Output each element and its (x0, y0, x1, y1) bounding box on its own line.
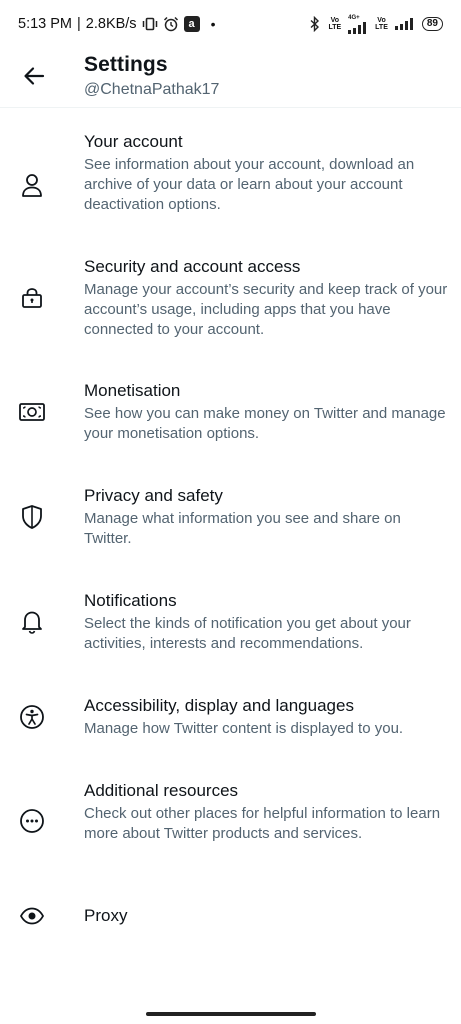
more-circle-icon (18, 807, 46, 835)
arrow-left-icon (24, 67, 45, 85)
settings-item-text: Additional resources Check out other pla… (84, 780, 449, 844)
settings-item-description: See how you can make money on Twitter an… (84, 405, 446, 442)
accessibility-icon (18, 703, 46, 731)
settings-item-title: Privacy and safety (84, 486, 223, 505)
settings-item-monetisation[interactable]: Monetisation See how you can make money … (0, 380, 461, 460)
settings-item-text: Security and account access Manage your … (84, 256, 449, 340)
app-badge-icon: a (183, 16, 200, 32)
status-time: 5:13 PM (18, 16, 72, 32)
money-icon (18, 398, 46, 426)
home-indicator[interactable] (146, 1012, 316, 1016)
settings-item-text: Your account See information about your … (84, 131, 449, 215)
bluetooth-icon (309, 16, 321, 32)
settings-item-title: Monetisation (84, 381, 181, 400)
battery-icon: 89 (421, 17, 443, 31)
settings-item-additional-resources[interactable]: Additional resources Check out other pla… (0, 780, 461, 880)
settings-item-description: Manage your account’s security and keep … (84, 281, 448, 338)
settings-item-title: Your account (84, 132, 183, 151)
settings-item-security[interactable]: Security and account access Manage your … (0, 256, 461, 356)
back-button[interactable] (18, 60, 50, 92)
status-speed: 2.8KB/s (85, 16, 137, 32)
status-dot: • (210, 16, 216, 32)
settings-item-title: Accessibility, display and languages (84, 696, 354, 715)
settings-item-title: Additional resources (84, 781, 239, 800)
settings-item-text: Proxy (84, 905, 449, 927)
settings-item-accessibility[interactable]: Accessibility, display and languages Man… (0, 695, 461, 755)
settings-item-title: Security and account access (84, 257, 301, 276)
settings-item-description: See information about your account, down… (84, 156, 415, 213)
shield-icon (18, 503, 46, 531)
settings-item-text: Privacy and safety Manage what informati… (84, 485, 449, 549)
signal-icon-2 (394, 18, 415, 30)
vibrate-icon (142, 17, 158, 31)
signal-icon-1: 4G+ (348, 15, 368, 34)
settings-item-text: Notifications Select the kinds of notifi… (84, 590, 449, 654)
bell-icon (18, 608, 46, 636)
user-handle: @ChetnaPathak17 (84, 81, 220, 98)
settings-item-proxy[interactable]: Proxy (0, 902, 461, 942)
settings-item-privacy[interactable]: Privacy and safety Manage what informati… (0, 485, 461, 565)
settings-item-your-account[interactable]: Your account See information about your … (0, 131, 461, 231)
status-left: 5:13 PM | 2.8KB/s a • (18, 16, 215, 32)
page-title: Settings (84, 53, 168, 76)
network-label-2: Vo LTE (375, 17, 388, 31)
settings-item-title: Notifications (84, 591, 177, 610)
settings-item-text: Accessibility, display and languages Man… (84, 695, 449, 739)
settings-item-description: Manage how Twitter content is displayed … (84, 720, 404, 737)
settings-item-description: Manage what information you see and shar… (84, 510, 401, 547)
status-right: Vo LTE 4G+ Vo LTE 89 (309, 15, 443, 34)
settings-item-title: Proxy (84, 906, 128, 925)
person-icon (18, 171, 46, 199)
settings-item-description: Check out other places for helpful infor… (84, 805, 441, 842)
status-separator: | (77, 16, 81, 32)
settings-item-notifications[interactable]: Notifications Select the kinds of notifi… (0, 590, 461, 670)
alarm-icon (163, 16, 179, 32)
settings-header: Settings @ChetnaPathak17 (0, 48, 461, 108)
settings-item-description: Select the kinds of notification you get… (84, 615, 411, 652)
status-bar: 5:13 PM | 2.8KB/s a • Vo LTE 4G+ Vo LTE (0, 0, 461, 48)
network-label-1: Vo LTE (328, 17, 342, 31)
lock-icon (18, 284, 46, 312)
eye-icon (18, 902, 46, 930)
settings-item-text: Monetisation See how you can make money … (84, 380, 449, 444)
